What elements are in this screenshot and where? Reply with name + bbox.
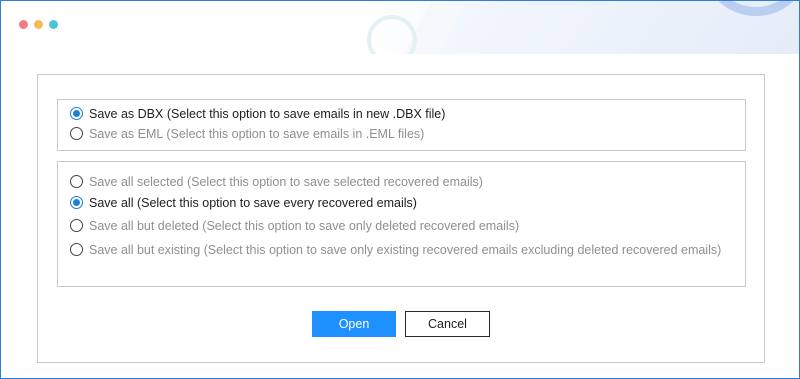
title-bar-decoration xyxy=(367,15,417,54)
option-label: Save as DBX (Select this option to save … xyxy=(89,107,446,121)
option-save-as-eml[interactable]: Save as EML (Select this option to save … xyxy=(70,126,424,142)
radio-button[interactable] xyxy=(70,243,83,256)
option-save-all[interactable]: Save all (Select this option to save eve… xyxy=(70,195,417,211)
radio-button[interactable] xyxy=(70,175,83,188)
option-save-all-selected[interactable]: Save all selected (Select this option to… xyxy=(70,174,483,190)
option-label: Save all selected (Select this option to… xyxy=(89,175,483,189)
save-format-group: Save as DBX (Select this option to save … xyxy=(57,99,746,151)
dialog-window: Save as DBX (Select this option to save … xyxy=(0,0,800,379)
option-save-as-dbx[interactable]: Save as DBX (Select this option to save … xyxy=(70,106,445,122)
maximize-window-dot[interactable] xyxy=(49,20,58,29)
open-button[interactable]: Open xyxy=(312,311,396,337)
option-label: Save all but existing (Select this optio… xyxy=(89,243,722,257)
option-label: Save all but deleted (Select this option… xyxy=(89,219,520,233)
option-label: Save all (Select this option to save eve… xyxy=(89,196,417,210)
save-scope-group: Save all selected (Select this option to… xyxy=(57,161,746,287)
minimize-window-dot[interactable] xyxy=(34,20,43,29)
close-window-dot[interactable] xyxy=(19,20,28,29)
radio-button-checked[interactable] xyxy=(70,196,83,209)
radio-button[interactable] xyxy=(70,219,83,232)
option-save-all-but-existing[interactable]: Save all but existing (Select this optio… xyxy=(70,242,730,258)
cancel-button[interactable]: Cancel xyxy=(405,311,490,337)
title-bar xyxy=(1,1,799,54)
save-options-panel: Save as DBX (Select this option to save … xyxy=(37,74,765,363)
option-label: Save as EML (Select this option to save … xyxy=(89,127,425,141)
radio-button[interactable] xyxy=(70,127,83,140)
radio-button-checked[interactable] xyxy=(70,107,83,120)
window-controls xyxy=(19,20,58,29)
option-save-all-but-deleted[interactable]: Save all but deleted (Select this option… xyxy=(70,218,519,234)
